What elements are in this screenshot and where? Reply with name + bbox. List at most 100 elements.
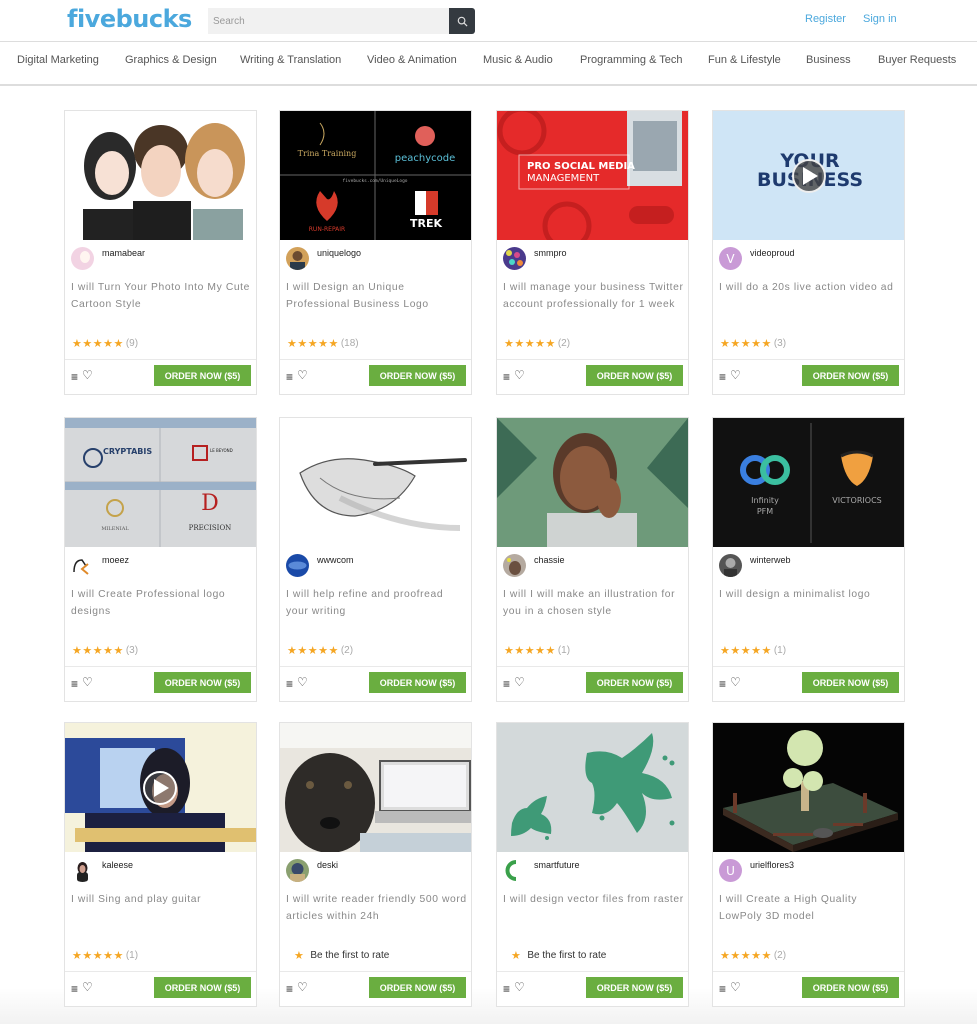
nav-buyer-requests[interactable]: Buyer Requests [878, 54, 956, 66]
seller-username[interactable]: kaleese [102, 860, 133, 870]
seller-avatar[interactable]: V [719, 247, 742, 270]
seller-username[interactable]: smartfuture [534, 860, 580, 870]
order-now-button[interactable]: ORDER NOW ($5) [802, 977, 899, 998]
search-button[interactable] [449, 8, 475, 34]
heart-icon[interactable]: ♡ [730, 675, 741, 689]
heart-icon[interactable]: ♡ [297, 980, 308, 994]
gig-thumbnail[interactable] [65, 111, 256, 240]
menu-icon[interactable]: ≡ [719, 982, 726, 996]
order-now-button[interactable]: ORDER NOW ($5) [154, 672, 251, 693]
heart-icon[interactable]: ♡ [82, 675, 93, 689]
order-now-button[interactable]: ORDER NOW ($5) [586, 977, 683, 998]
seller-avatar[interactable] [503, 859, 526, 882]
gig-thumbnail[interactable] [65, 723, 256, 852]
register-link[interactable]: Register [805, 13, 846, 25]
seller-avatar[interactable] [286, 554, 309, 577]
nav-graphics-design[interactable]: Graphics & Design [125, 54, 217, 66]
seller-avatar[interactable] [719, 554, 742, 577]
order-now-button[interactable]: ORDER NOW ($5) [154, 365, 251, 386]
gig-thumbnail[interactable]: CRYPTABIS LE BEYOND MILENIAL D PRECISION [65, 418, 256, 547]
seller-username[interactable]: urielflores3 [750, 860, 794, 870]
seller-username[interactable]: wwwcom [317, 555, 354, 565]
seller-username[interactable]: winterweb [750, 555, 791, 565]
gig-thumbnail[interactable]: PRO SOCIAL MEDIA MANAGEMENT [497, 111, 688, 240]
order-now-button[interactable]: ORDER NOW ($5) [802, 672, 899, 693]
heart-icon[interactable]: ♡ [514, 980, 525, 994]
order-now-button[interactable]: ORDER NOW ($5) [586, 365, 683, 386]
seller-avatar[interactable] [286, 247, 309, 270]
menu-icon[interactable]: ≡ [719, 677, 726, 691]
heart-icon[interactable]: ♡ [730, 980, 741, 994]
seller-username[interactable]: videoproud [750, 248, 795, 258]
heart-icon[interactable]: ♡ [297, 675, 308, 689]
menu-icon[interactable]: ≡ [71, 370, 78, 384]
menu-icon[interactable]: ≡ [286, 370, 293, 384]
gig-title[interactable]: I will help refine and proofread your wr… [286, 586, 468, 620]
seller-username[interactable]: deski [317, 860, 338, 870]
gig-thumbnail[interactable] [713, 723, 904, 852]
gig-thumbnail[interactable] [280, 418, 471, 547]
site-logo[interactable]: fivebucks [67, 5, 192, 33]
seller-username[interactable]: uniquelogo [317, 248, 361, 258]
search-input[interactable] [208, 8, 449, 34]
menu-icon[interactable]: ≡ [286, 677, 293, 691]
menu-icon[interactable]: ≡ [71, 982, 78, 996]
seller-avatar[interactable] [503, 554, 526, 577]
nav-fun-lifestyle[interactable]: Fun & Lifestyle [708, 54, 781, 66]
menu-icon[interactable]: ≡ [503, 677, 510, 691]
gig-thumbnail[interactable] [497, 723, 688, 852]
order-now-button[interactable]: ORDER NOW ($5) [154, 977, 251, 998]
seller-avatar[interactable] [71, 859, 94, 882]
seller-avatar[interactable] [71, 554, 94, 577]
seller-avatar[interactable] [503, 247, 526, 270]
gig-title[interactable]: I will write reader friendly 500 word ar… [286, 891, 468, 925]
gig-title[interactable]: I will manage your business Twitter acco… [503, 279, 685, 313]
gig-thumbnail[interactable]: Trina Training peachycode RUN-REPAIR TREK fi… [280, 111, 471, 240]
menu-icon[interactable]: ≡ [503, 982, 510, 996]
gig-title[interactable]: I will Sing and play guitar [71, 891, 253, 908]
heart-icon[interactable]: ♡ [82, 368, 93, 382]
nav-digital-marketing[interactable]: Digital Marketing [17, 54, 99, 66]
heart-icon[interactable]: ♡ [514, 368, 525, 382]
menu-icon[interactable]: ≡ [503, 370, 510, 384]
seller-username[interactable]: moeez [102, 555, 129, 565]
nav-business[interactable]: Business [806, 54, 851, 66]
nav-video-animation[interactable]: Video & Animation [367, 54, 457, 66]
seller-avatar[interactable] [71, 247, 94, 270]
gig-title[interactable]: I will do a 20s live action video ad [719, 279, 901, 296]
nav-writing-translation[interactable]: Writing & Translation [240, 54, 341, 66]
nav-music-audio[interactable]: Music & Audio [483, 54, 553, 66]
menu-icon[interactable]: ≡ [71, 677, 78, 691]
gig-thumbnail[interactable]: Infinity PFM VICTORIOCS [713, 418, 904, 547]
review-count: (3) [773, 338, 787, 349]
gig-title[interactable]: I will design vector files from raster [503, 891, 685, 908]
heart-icon[interactable]: ♡ [730, 368, 741, 382]
seller-avatar[interactable]: U [719, 859, 742, 882]
signin-link[interactable]: Sign in [863, 13, 897, 25]
order-now-button[interactable]: ORDER NOW ($5) [802, 365, 899, 386]
seller-username[interactable]: mamabear [102, 248, 145, 258]
svg-text:RUN-REPAIR: RUN-REPAIR [309, 226, 345, 233]
gig-title[interactable]: I will Create a High Quality LowPoly 3D … [719, 891, 901, 925]
gig-title[interactable]: I will Turn Your Photo Into My Cute Cart… [71, 279, 253, 313]
gig-thumbnail[interactable] [497, 418, 688, 547]
order-now-button[interactable]: ORDER NOW ($5) [369, 977, 466, 998]
gig-title[interactable]: I will Create Professional logo designs [71, 586, 253, 620]
gig-title[interactable]: I will Design an Unique Professional Bus… [286, 279, 468, 313]
heart-icon[interactable]: ♡ [514, 675, 525, 689]
seller-username[interactable]: smmpro [534, 248, 567, 258]
order-now-button[interactable]: ORDER NOW ($5) [369, 365, 466, 386]
seller-username[interactable]: chassie [534, 555, 565, 565]
order-now-button[interactable]: ORDER NOW ($5) [586, 672, 683, 693]
gig-title[interactable]: I will I will make an illustration for y… [503, 586, 685, 620]
seller-avatar[interactable] [286, 859, 309, 882]
gig-thumbnail[interactable]: YOURBUSINESS [713, 111, 904, 240]
gig-thumbnail[interactable] [280, 723, 471, 852]
nav-programming-tech[interactable]: Programming & Tech [580, 54, 683, 66]
heart-icon[interactable]: ♡ [297, 368, 308, 382]
order-now-button[interactable]: ORDER NOW ($5) [369, 672, 466, 693]
gig-title[interactable]: I will design a minimalist logo [719, 586, 901, 603]
heart-icon[interactable]: ♡ [82, 980, 93, 994]
menu-icon[interactable]: ≡ [286, 982, 293, 996]
menu-icon[interactable]: ≡ [719, 370, 726, 384]
